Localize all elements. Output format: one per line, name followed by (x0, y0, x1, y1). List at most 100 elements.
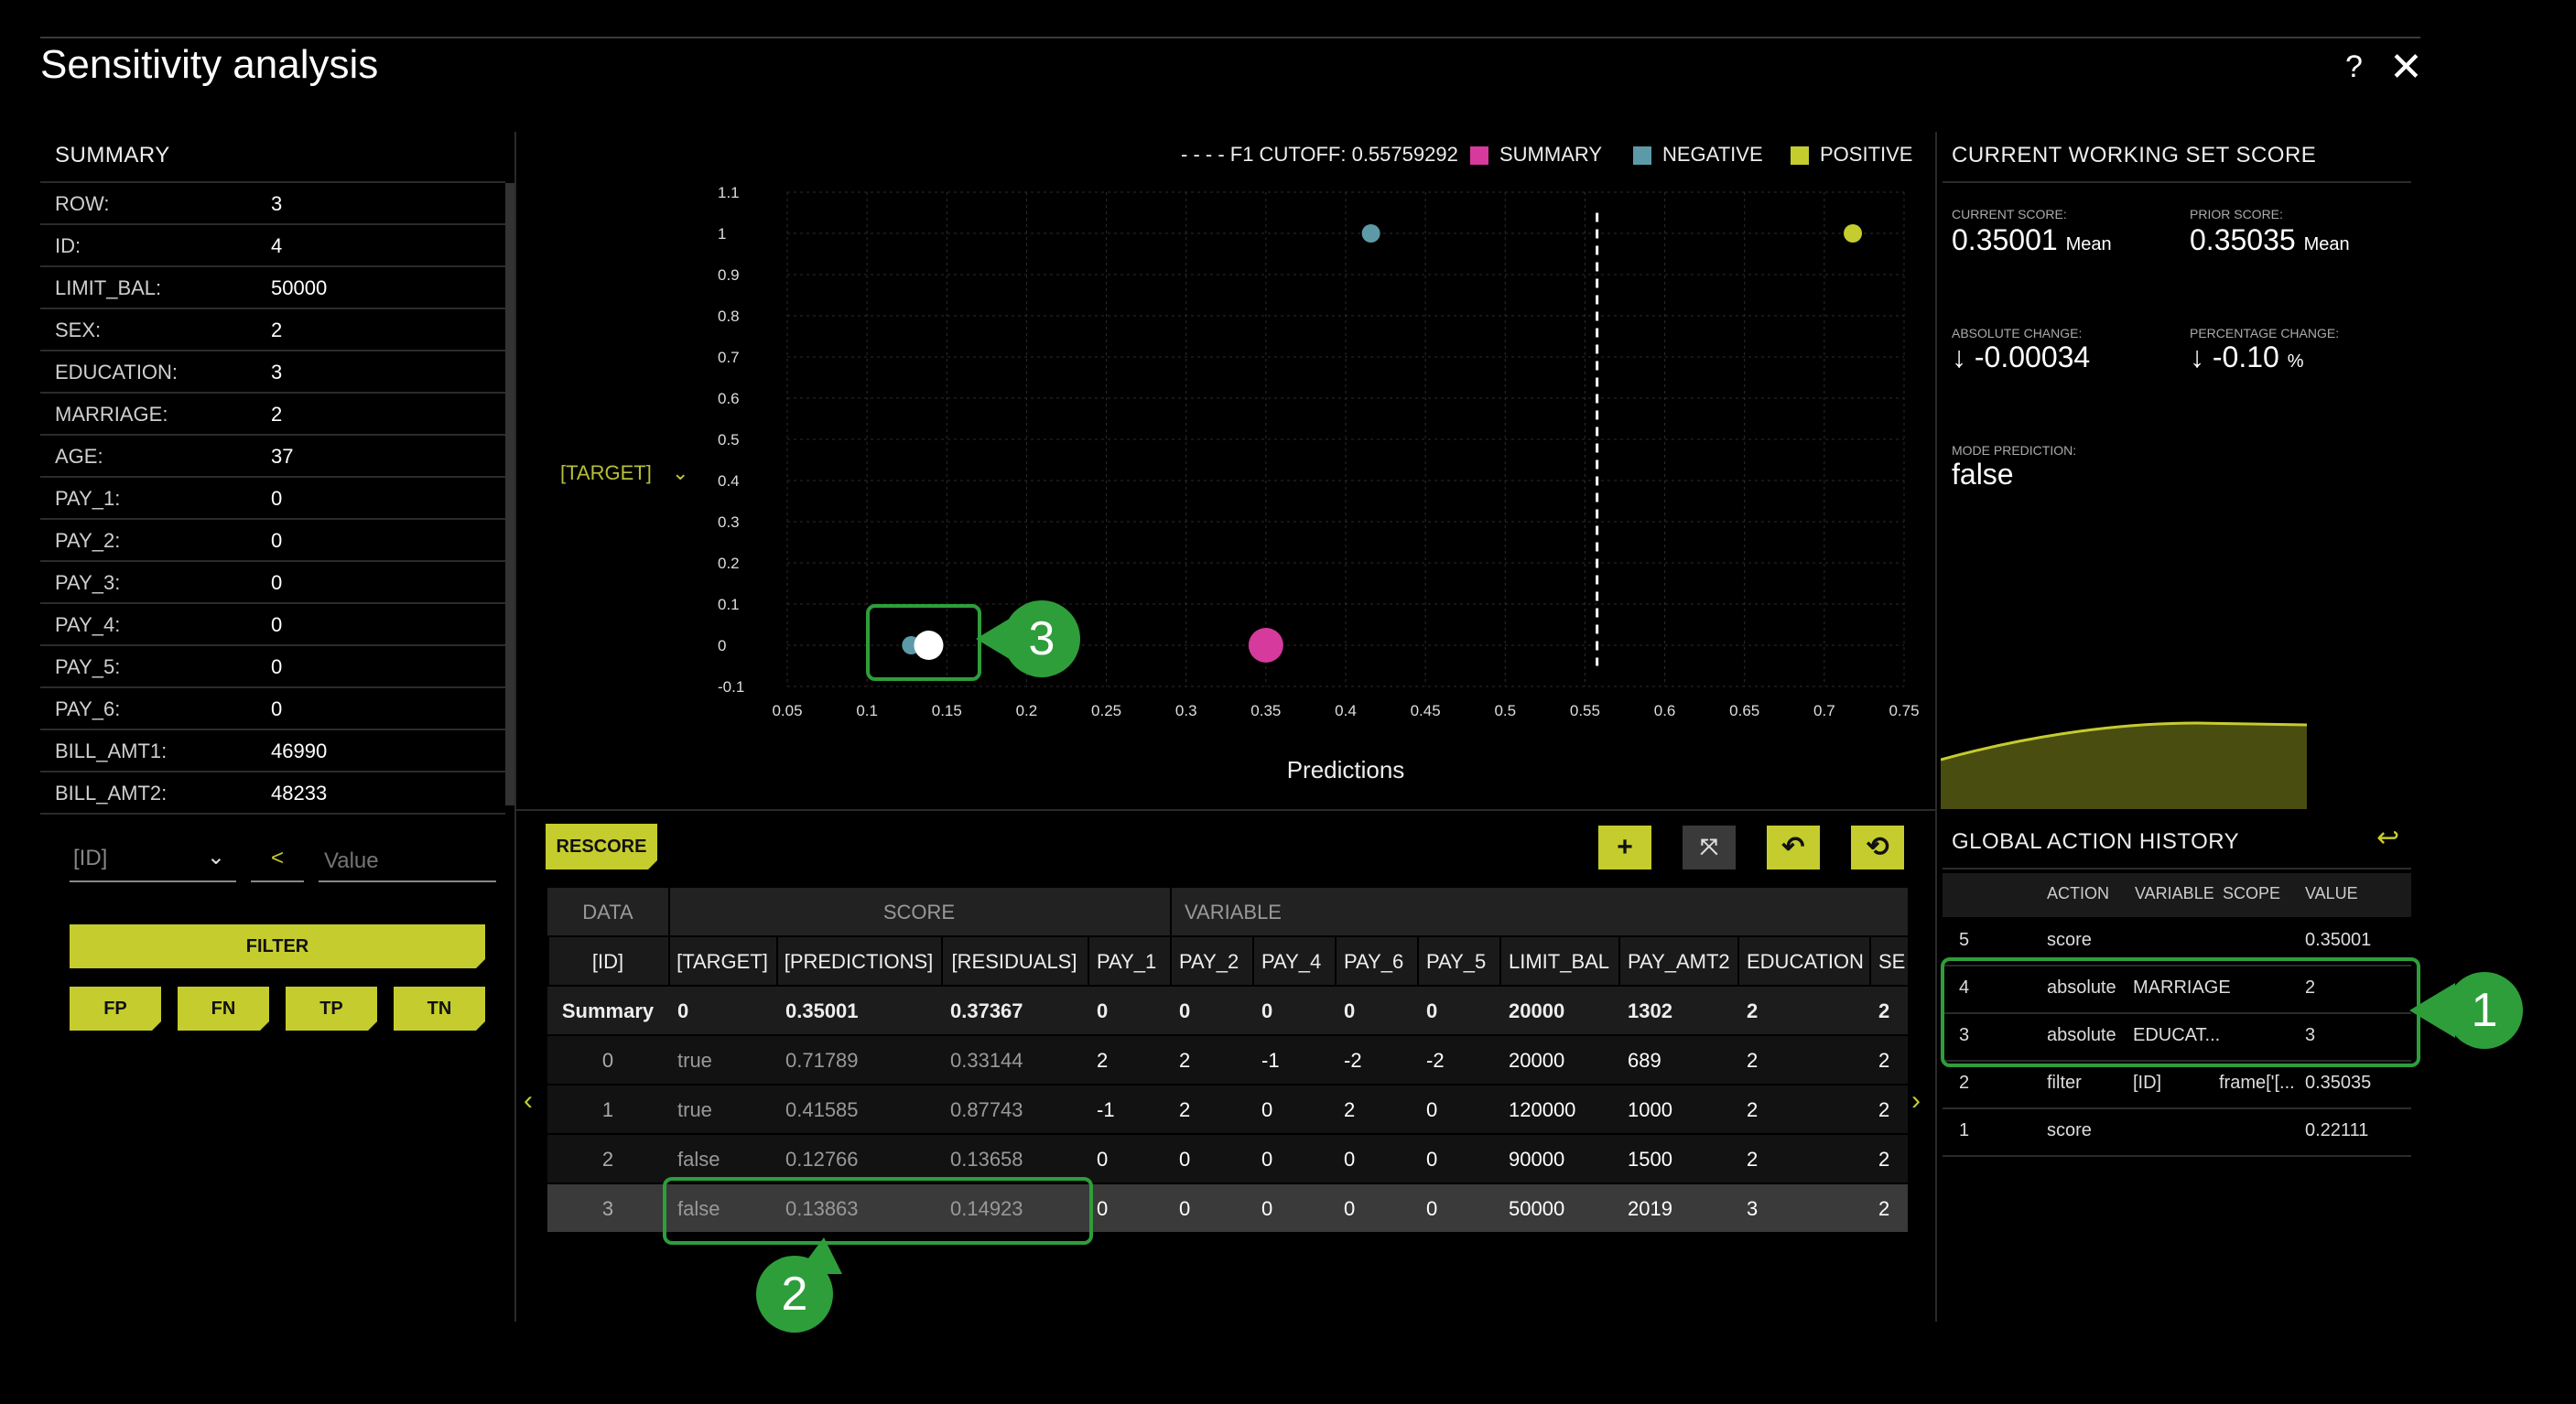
table-cell[interactable]: 1000 (1618, 1098, 1747, 1122)
table-cell[interactable]: 0 (1335, 1148, 1426, 1172)
table-cell[interactable]: 2 (547, 1148, 668, 1172)
table-cell[interactable]: Summary (547, 999, 668, 1023)
reset-icon[interactable]: ⟲ (1851, 826, 1904, 869)
table-cell[interactable]: 1 (547, 1098, 668, 1122)
fn-button[interactable]: FN (178, 987, 269, 1031)
y-axis-selector[interactable]: [TARGET] ⌄ (560, 461, 688, 485)
history-cell[interactable]: 0.22111 (2305, 1120, 2368, 1141)
column-header[interactable]: PAY_1 (1088, 950, 1179, 974)
add-icon[interactable]: + (1598, 826, 1651, 869)
column-header[interactable]: [ID] (547, 950, 668, 974)
table-cell[interactable]: 2 (1737, 1049, 1878, 1073)
filter-operator-select[interactable]: < (251, 842, 304, 882)
point-negative[interactable] (1361, 224, 1380, 243)
table-cell[interactable]: 0 (668, 999, 785, 1023)
table-cell[interactable]: 20000 (1499, 1049, 1628, 1073)
table-cell[interactable]: 0.37367 (941, 999, 1097, 1023)
history-cell[interactable]: 0.35001 (2305, 930, 2371, 951)
filter-value-input[interactable] (319, 842, 496, 882)
column-header[interactable]: [RESIDUALS] (941, 950, 1088, 974)
table-cell[interactable]: 0 (1417, 999, 1509, 1023)
table-cell[interactable]: 2 (1088, 1049, 1179, 1073)
table-cell[interactable]: 0 (1417, 1197, 1509, 1221)
fp-button[interactable]: FP (70, 987, 161, 1031)
table-cell[interactable]: 0 (1335, 999, 1426, 1023)
table-cell[interactable]: 1302 (1618, 999, 1747, 1023)
table-cell[interactable]: 0 (1088, 1148, 1179, 1172)
undo-icon[interactable]: ↶ (1767, 826, 1820, 869)
table-cell[interactable]: 2 (1869, 1049, 1917, 1073)
table-cell[interactable]: 120000 (1499, 1098, 1628, 1122)
table-cell[interactable]: 689 (1618, 1049, 1747, 1073)
tp-button[interactable]: TP (286, 987, 377, 1031)
table-cell[interactable]: 0.71789 (776, 1049, 950, 1073)
table-cell[interactable]: 0.13658 (941, 1148, 1097, 1172)
column-header[interactable]: EDUCATION (1737, 950, 1878, 974)
table-cell[interactable]: 0 (1170, 1197, 1261, 1221)
column-header[interactable]: PAY_6 (1335, 950, 1426, 974)
column-header[interactable]: PAY_AMT2 (1618, 950, 1747, 974)
table-cell[interactable]: 0.33144 (941, 1049, 1097, 1073)
table-cell[interactable]: 90000 (1499, 1148, 1628, 1172)
table-cell[interactable]: 50000 (1499, 1197, 1628, 1221)
table-cell[interactable]: 0 (1088, 999, 1179, 1023)
table-cell[interactable]: 0 (1335, 1197, 1426, 1221)
column-header[interactable]: SE (1869, 950, 1917, 974)
table-cell[interactable]: 0 (1252, 1098, 1344, 1122)
summary-scrollbar[interactable] (505, 183, 514, 805)
table-cell[interactable]: 0 (1417, 1098, 1509, 1122)
column-header[interactable]: PAY_4 (1252, 950, 1344, 974)
rescore-button[interactable]: RESCORE (546, 824, 657, 869)
table-cell[interactable]: 0 (1252, 1197, 1344, 1221)
table-cell[interactable]: 0 (1417, 1148, 1509, 1172)
history-cell[interactable]: [ID] (2133, 1073, 2161, 1094)
table-cell[interactable]: -2 (1417, 1049, 1509, 1073)
table-cell[interactable]: 20000 (1499, 999, 1628, 1023)
table-cell[interactable]: -1 (1088, 1098, 1179, 1122)
table-cell[interactable]: -1 (1252, 1049, 1344, 1073)
table-cell[interactable]: 2 (1737, 1148, 1878, 1172)
history-cell[interactable]: frame['[... (2219, 1073, 2295, 1094)
table-cell[interactable]: 0 (1170, 1148, 1261, 1172)
table-cell[interactable]: 2 (1869, 1098, 1917, 1122)
legend-negative[interactable]: NEGATIVE (1662, 143, 1763, 167)
table-cell[interactable]: 2 (1737, 1098, 1878, 1122)
table-cell[interactable]: 2 (1335, 1098, 1426, 1122)
column-header[interactable]: PAY_2 (1170, 950, 1261, 974)
table-cell[interactable]: 2 (1869, 999, 1917, 1023)
column-header[interactable]: PAY_5 (1417, 950, 1509, 974)
table-cell[interactable]: 0 (1170, 999, 1261, 1023)
history-undo-icon[interactable]: ↩ (2376, 822, 2399, 854)
history-cell[interactable]: 5 (1959, 930, 1969, 951)
column-header[interactable]: [TARGET] (668, 950, 776, 974)
table-cell[interactable]: 2 (1170, 1049, 1261, 1073)
collapse-icon[interactable]: ⤧ (1683, 826, 1736, 869)
table-cell[interactable]: 2 (1869, 1148, 1917, 1172)
table-cell[interactable]: 0 (1252, 1148, 1344, 1172)
table-cell[interactable]: true (668, 1049, 785, 1073)
table-cell[interactable]: 0.87743 (941, 1098, 1097, 1122)
table-cell[interactable]: 3 (1737, 1197, 1878, 1221)
legend-summary[interactable]: SUMMARY (1499, 143, 1602, 167)
table-cell[interactable]: 0 (1088, 1197, 1179, 1221)
history-cell[interactable]: filter (2047, 1073, 2082, 1094)
table-cell[interactable]: 2 (1869, 1197, 1917, 1221)
column-header[interactable]: LIMIT_BAL (1499, 950, 1628, 974)
table-cell[interactable]: 0.12766 (776, 1148, 950, 1172)
history-cell[interactable]: 1 (1959, 1120, 1969, 1141)
table-cell[interactable]: true (668, 1098, 785, 1122)
history-cell[interactable]: 2 (1959, 1073, 1969, 1094)
table-cell[interactable]: 2 (1737, 999, 1878, 1023)
filter-column-select[interactable]: [ID] ⌄ (70, 842, 236, 882)
scroll-left-icon[interactable]: ‹ (524, 1085, 533, 1117)
column-header[interactable]: [PREDICTIONS] (776, 950, 941, 974)
filter-button[interactable]: FILTER (70, 924, 485, 968)
table-cell[interactable]: 0.35001 (776, 999, 950, 1023)
close-icon[interactable]: ✕ (2389, 44, 2423, 91)
scatter-chart[interactable]: 0.05 0.1 0.15 0.2 0.25 0.3 0.35 0.4 0.45 0.5 0.55 0… (696, 174, 1922, 796)
history-cell[interactable]: score (2047, 930, 2092, 951)
tn-button[interactable]: TN (394, 987, 485, 1031)
table-cell[interactable]: 3 (547, 1197, 668, 1221)
help-button[interactable]: ? (2345, 49, 2363, 85)
table-cell[interactable]: 0 (547, 1049, 668, 1073)
